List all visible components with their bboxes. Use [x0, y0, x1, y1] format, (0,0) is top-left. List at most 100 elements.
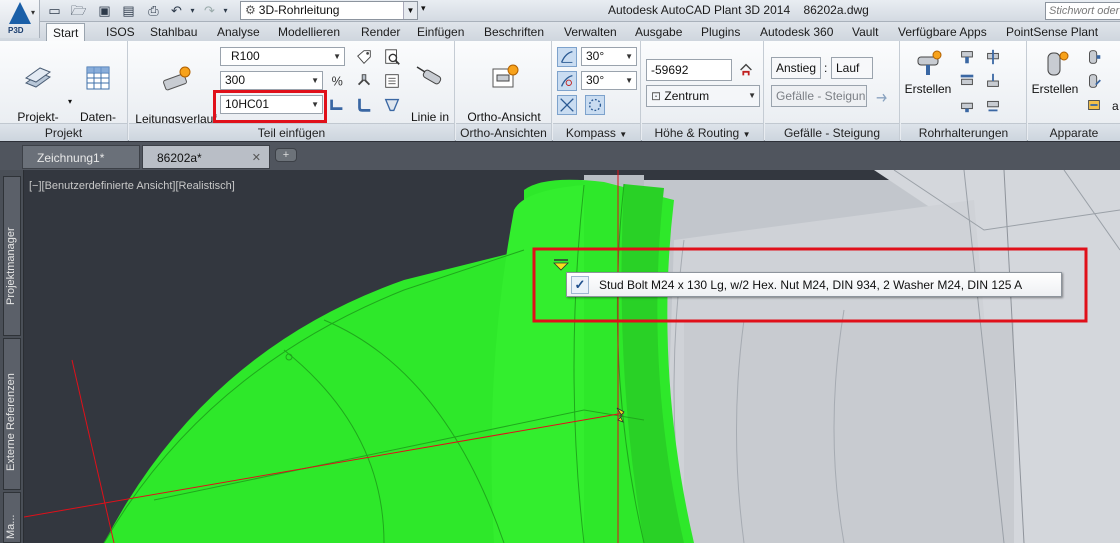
panel-title-hoehe[interactable]: Höhe & Routing ▼: [642, 123, 763, 141]
compass-angle2-select[interactable]: 30° ▼: [581, 71, 637, 90]
tab-vault[interactable]: Vault: [846, 23, 884, 41]
document-tab-bar: Zeichnung1* 86202a* ✕: [0, 142, 1120, 170]
lauf-input[interactable]: Lauf: [831, 57, 873, 79]
undo-dropdown-icon[interactable]: ▾: [184, 2, 201, 19]
close-icon[interactable]: ✕: [252, 146, 261, 170]
pipe-support-icon: [917, 50, 942, 75]
search-input[interactable]: Stichwort oder: [1045, 2, 1120, 20]
doc-tab-zeichnung1[interactable]: Zeichnung1*: [22, 145, 140, 169]
panel-hoehe-routing: -59692 ⊡ Zentrum ▼ Höhe & Routing ▼: [642, 41, 764, 141]
tab-isos[interactable]: ISOS: [100, 23, 141, 41]
panel-rohrhalterungen: Erstellen Rohrhalterungen: [901, 41, 1027, 141]
elevation-input[interactable]: -59692: [646, 59, 732, 81]
fitting-icon[interactable]: [354, 71, 374, 91]
palette-tab-more[interactable]: Ma...: [3, 492, 21, 543]
tab-ausgabe[interactable]: Ausgabe: [629, 23, 688, 41]
tab-einfuegen[interactable]: Einfügen: [411, 23, 470, 41]
viewport-controls-label[interactable]: [−][Benutzerdefinierte Ansicht][Realisti…: [29, 180, 235, 192]
support-hanger-icon[interactable]: [983, 71, 1003, 91]
palette-tab-label: Projektmanager: [5, 227, 17, 305]
palette-tab-label: Externe Referenzen: [5, 373, 17, 471]
reducer-icon[interactable]: [382, 95, 402, 115]
tab-plugins[interactable]: Plugins: [695, 23, 746, 41]
chevron-down-icon[interactable]: ▼: [403, 2, 417, 19]
workspace-selector[interactable]: ⚙ 3D-Rohrleitung ▼: [240, 1, 418, 20]
tab-modellieren[interactable]: Modellieren: [272, 23, 346, 41]
chevron-down-icon: ▼: [333, 52, 341, 61]
project-manager-icon: [24, 67, 52, 88]
doc-tab-label: Zeichnung1*: [37, 151, 105, 165]
tab-beschriften[interactable]: Beschriften: [478, 23, 550, 41]
doc-tab-86202a[interactable]: 86202a* ✕: [142, 145, 270, 169]
tab-autodesk-360[interactable]: Autodesk 360: [754, 23, 839, 41]
compass-angle1-select[interactable]: 30° ▼: [581, 47, 637, 66]
redo-dropdown-icon[interactable]: ▾: [217, 2, 234, 19]
print-icon[interactable]: ⎙: [145, 2, 162, 19]
elbow-icon[interactable]: [354, 95, 374, 115]
tab-verfuegbare-apps[interactable]: Verfügbare Apps: [892, 23, 993, 41]
spec-select[interactable]: 300 ▼: [220, 71, 323, 90]
elevation-pick-icon[interactable]: [736, 60, 756, 80]
compass-snap-icon[interactable]: [557, 71, 577, 91]
undo-icon[interactable]: ↶: [168, 2, 185, 19]
redo-icon[interactable]: ↷: [201, 2, 218, 19]
line-to-pipe-icon: [416, 66, 442, 85]
property-list-icon[interactable]: [382, 71, 402, 91]
equipment-icon: [1047, 51, 1069, 76]
tab-start[interactable]: Start: [46, 23, 86, 41]
gefaelle-select[interactable]: Gefälle - Steigun: [771, 85, 867, 107]
tab-verwalten[interactable]: Verwalten: [558, 23, 623, 41]
compass-angle-icon[interactable]: [557, 47, 577, 67]
palette-tab-externe-referenzen[interactable]: Externe Referenzen: [3, 338, 21, 490]
compass-circle-icon[interactable]: [585, 95, 605, 115]
spec-value: 300: [225, 73, 246, 87]
save-as-icon[interactable]: ▤: [120, 2, 137, 19]
rohrhalterung-erstellen-button[interactable]: Erstellen: [903, 49, 953, 96]
equipment-convert-icon[interactable]: [1084, 95, 1104, 115]
plus-icon: +: [282, 149, 290, 161]
support-type1-icon[interactable]: [957, 47, 977, 67]
slope-toggle-icon[interactable]: [873, 86, 893, 106]
support-edit-icon[interactable]: [983, 47, 1003, 67]
catalog-search-icon[interactable]: [382, 47, 402, 67]
open-folder-icon[interactable]: 🗁: [70, 2, 87, 19]
tooltip-text: Stud Bolt M24 x 130 Lg, w/2 Hex. Nut M24…: [599, 278, 1023, 292]
tab-render[interactable]: Render: [355, 23, 406, 41]
chevron-down-icon: ▼: [742, 130, 751, 139]
support-type2-icon[interactable]: [957, 71, 977, 91]
save-icon[interactable]: ▣: [96, 2, 113, 19]
compass-cross-icon[interactable]: [557, 95, 577, 115]
nozzle-icon[interactable]: [1084, 47, 1104, 67]
panel-title-kompass[interactable]: Kompass ▼: [553, 123, 640, 141]
routing-mode-select[interactable]: ⊡ Zentrum ▼: [646, 85, 760, 107]
application-menu-button[interactable]: P3D ▾: [0, 0, 40, 38]
tag-icon[interactable]: [354, 47, 374, 67]
panel-gefaelle-steigung: Anstieg : Lauf Gefälle - Steigun Gefälle…: [765, 41, 900, 141]
equipment-edit-icon[interactable]: [1084, 71, 1104, 91]
tab-analyse[interactable]: Analyse: [211, 23, 266, 41]
tab-pointsense-plant[interactable]: PointSense Plant: [1000, 23, 1104, 41]
chevron-down-icon: ▼: [625, 76, 633, 85]
checkmark-icon[interactable]: ✓: [571, 276, 589, 294]
workspace-label: 3D-Rohrleitung: [258, 3, 340, 17]
model-canvas[interactable]: [24, 170, 1120, 543]
app-badge: P3D: [8, 26, 24, 35]
panel-title-ortho: Ortho-Ansichten: [456, 123, 551, 141]
tab-stahlbau[interactable]: Stahlbau: [144, 23, 203, 41]
percent-slope-icon[interactable]: %: [327, 71, 347, 91]
panel-apparate: Erstellen a Apparate: [1028, 41, 1120, 141]
qat-customize-icon[interactable]: ▾: [421, 3, 426, 14]
object-tooltip[interactable]: ✓ Stud Bolt M24 x 130 Lg, w/2 Hex. Nut M…: [566, 272, 1062, 297]
new-file-icon[interactable]: ▭: [46, 2, 63, 19]
support-type3-icon[interactable]: [957, 95, 977, 115]
drawing-viewport[interactable]: [−][Benutzerdefinierte Ansicht][Realisti…: [24, 170, 1120, 543]
pipe-elbow-selected[interactable]: [103, 179, 694, 543]
chevron-down-icon: ▼: [748, 91, 756, 100]
size-select[interactable]: R100 ▼: [220, 47, 345, 66]
palette-tab-projektmanager[interactable]: Projektmanager: [3, 176, 21, 336]
apparat-erstellen-button[interactable]: Erstellen: [1030, 49, 1080, 96]
new-tab-button[interactable]: +: [275, 148, 297, 162]
anstieg-input[interactable]: Anstieg: [771, 57, 821, 79]
support-convert-icon[interactable]: [983, 95, 1003, 115]
connector-icon[interactable]: [327, 95, 347, 115]
